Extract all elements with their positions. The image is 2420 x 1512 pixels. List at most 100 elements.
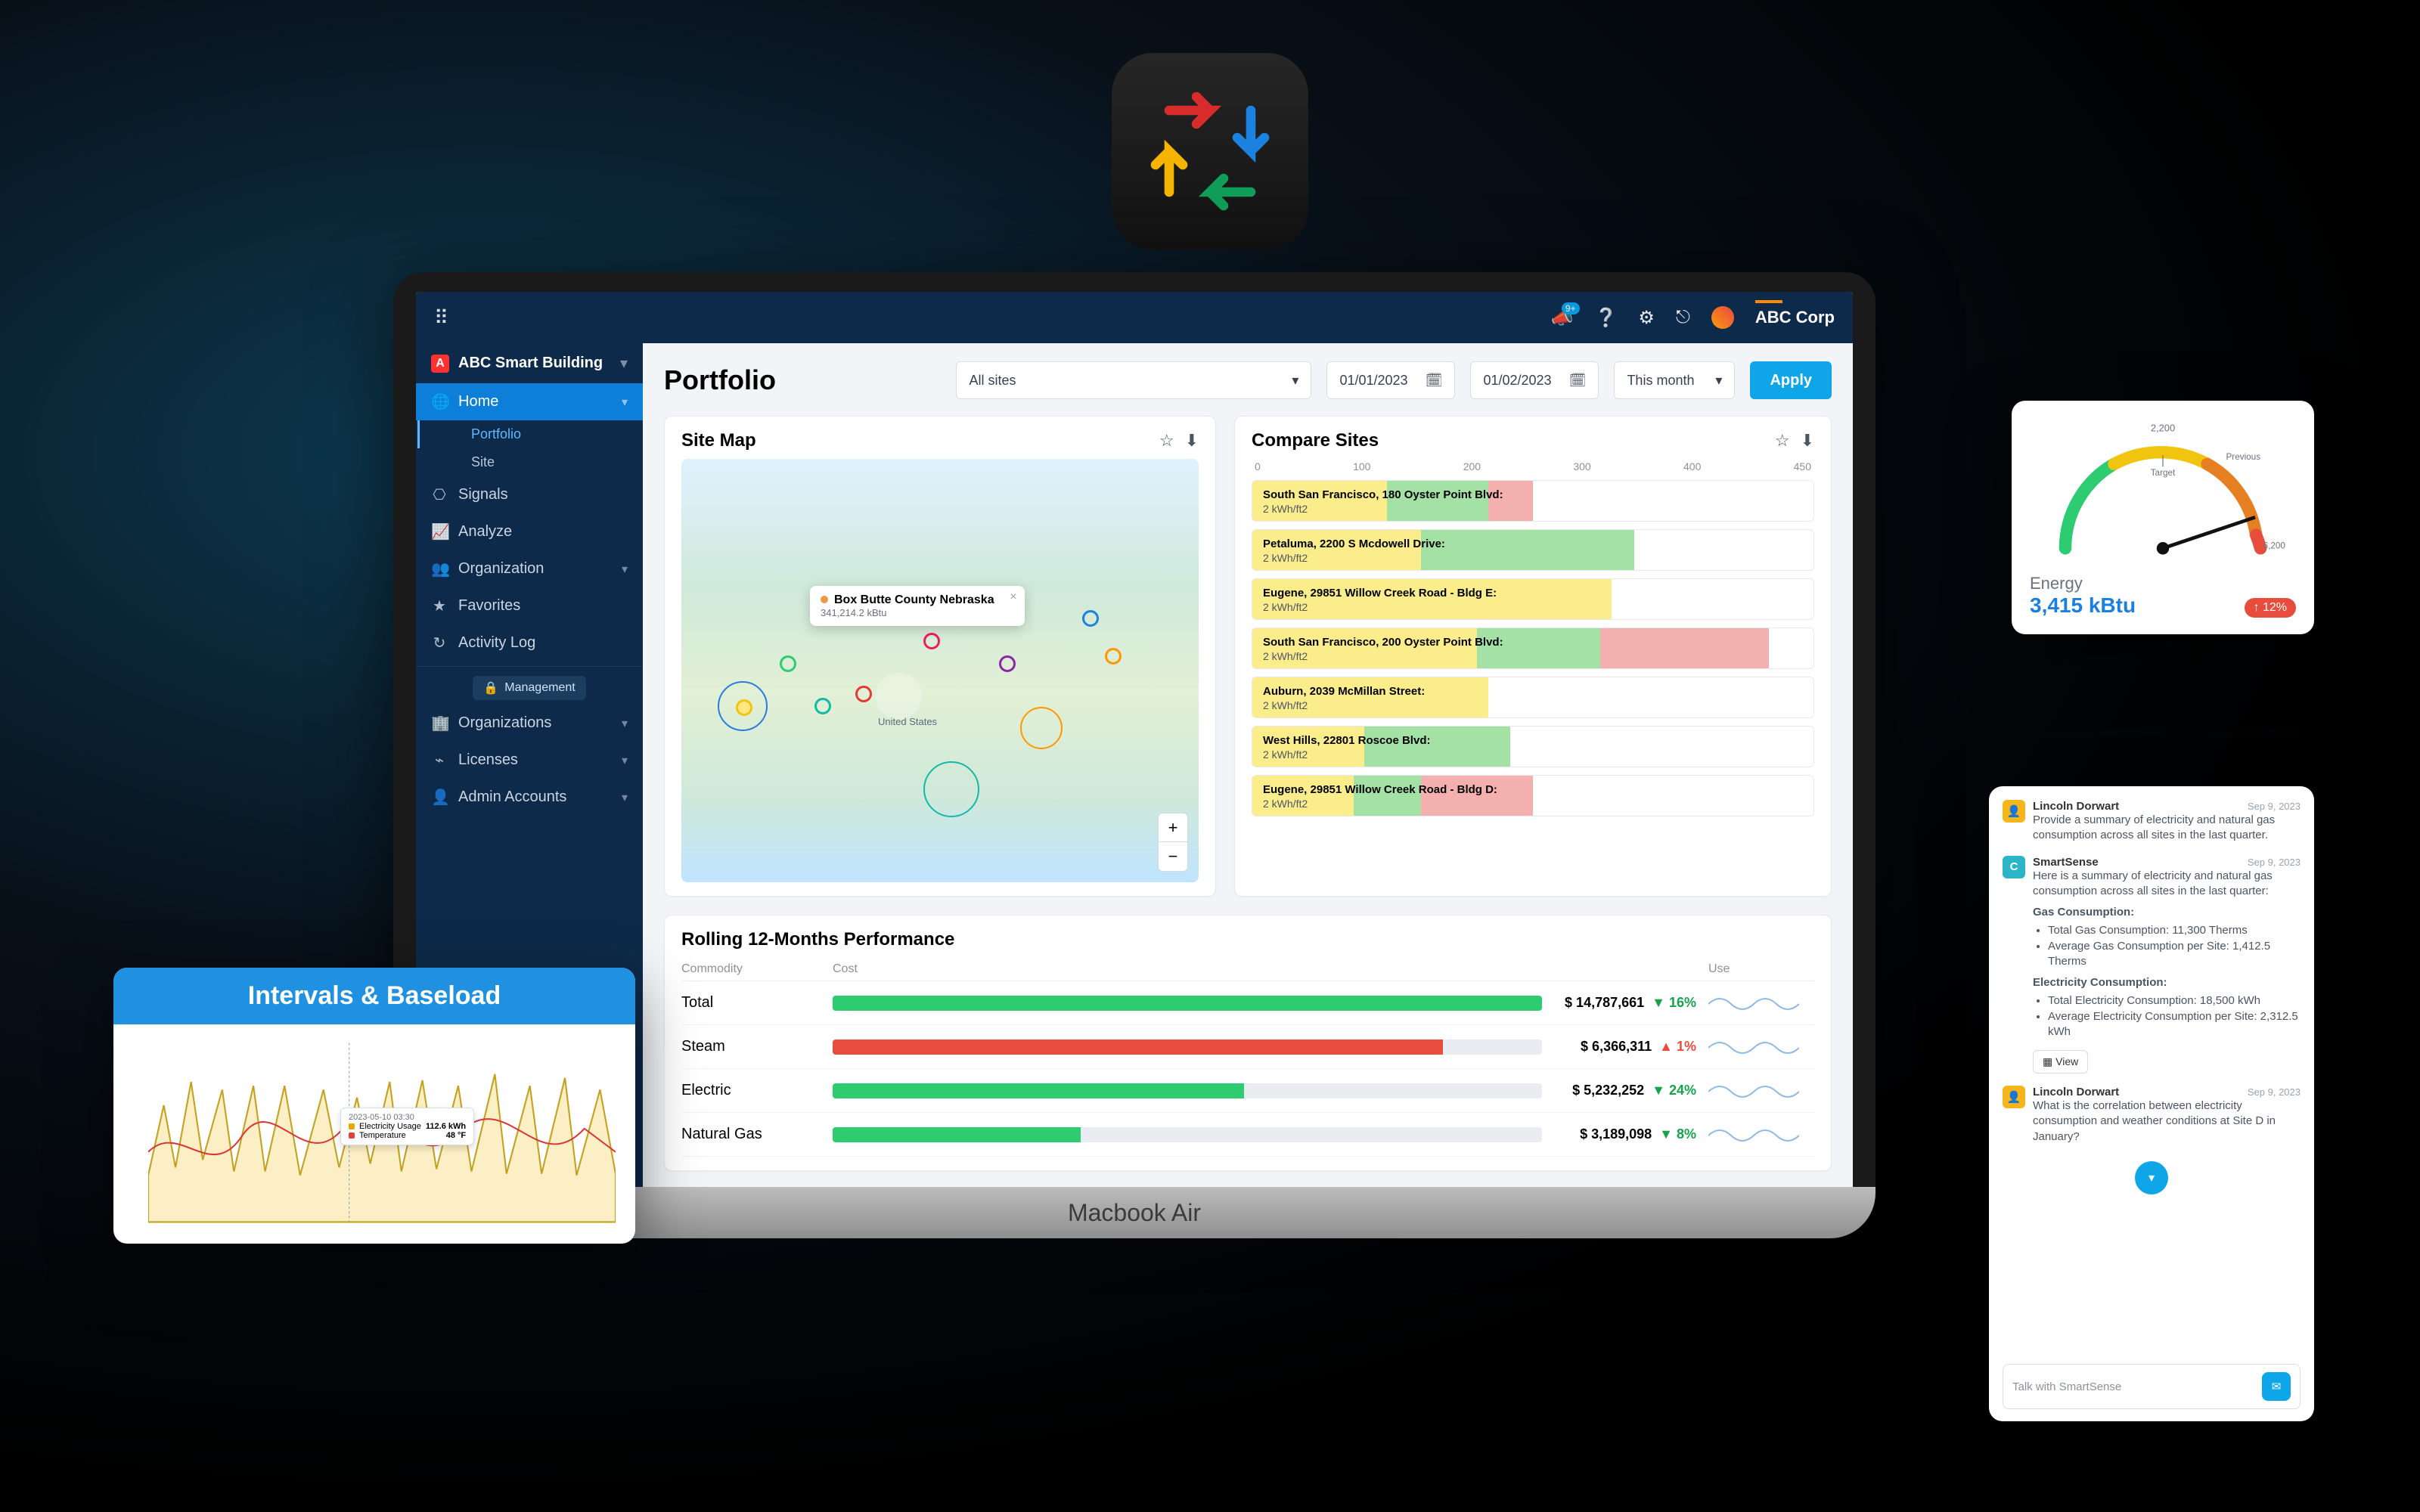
brand-name[interactable]: ABC Corp — [1755, 308, 1835, 327]
star-outline-icon[interactable]: ☆ — [1775, 431, 1790, 451]
rolling-row: Natural Gas $ 3,189,098▼ 8% — [681, 1113, 1814, 1157]
chevron-down-icon: ▾ — [1715, 373, 1722, 389]
intervals-title: Intervals & Baseload — [113, 968, 635, 1024]
zoom-in-button[interactable]: + — [1159, 813, 1187, 842]
apps-grid-icon[interactable]: ⠿ — [434, 306, 448, 329]
svg-text:6,200: 6,200 — [2263, 541, 2286, 550]
sidebar-item-home[interactable]: 🌐 Home ▾ — [416, 383, 643, 420]
map-marker[interactable] — [923, 633, 940, 649]
sidebar-item-label: Favorites — [458, 597, 520, 615]
view-button[interactable]: ▦ View — [2033, 1050, 2088, 1074]
sidebar-item-organizations[interactable]: 🏢 Organizations ▾ — [416, 705, 643, 742]
card-gauge: 2,200 Previous Target 6,200 Energy 3,415… — [2012, 401, 2314, 634]
rolling-row: Electric $ 5,232,252▼ 24% — [681, 1069, 1814, 1113]
sidebar-item-label: Organizations — [458, 714, 551, 732]
sidebar-item-label: Organization — [458, 560, 544, 578]
tenant-icon: A — [431, 355, 449, 373]
compare-row[interactable]: Eugene, 29851 Willow Creek Road - Bldg D… — [1252, 775, 1814, 816]
map[interactable]: United States × Box Butte County Nebrask… — [681, 459, 1199, 882]
settings-icon[interactable]: ⚙ — [1638, 307, 1655, 329]
scroll-down-button[interactable]: ▾ — [2135, 1161, 2168, 1194]
compare-row[interactable]: Eugene, 29851 Willow Creek Road - Bldg E… — [1252, 578, 1814, 620]
sidebar-item-label: Analyze — [458, 523, 512, 541]
card-rolling: Rolling 12-Months Performance Commodity … — [664, 915, 1832, 1171]
map-marker[interactable] — [814, 698, 831, 714]
signals-icon: ⎔ — [431, 485, 448, 504]
key-icon: ⌁ — [431, 751, 448, 770]
compare-row[interactable]: West Hills, 22801 Roscoe Blvd:2 kWh/ft2 — [1252, 726, 1814, 767]
sidebar-item-admin-accounts[interactable]: 👤 Admin Accounts ▾ — [416, 779, 643, 816]
sidebar-item-licenses[interactable]: ⌁ Licenses ▾ — [416, 742, 643, 779]
sidebar-item-favorites[interactable]: ★ Favorites — [416, 587, 643, 624]
star-icon: ★ — [431, 596, 448, 615]
logout-icon[interactable]: ⎋ — [1676, 307, 1690, 328]
compare-row[interactable]: South San Francisco, 200 Oyster Point Bl… — [1252, 627, 1814, 669]
clock-icon: ↻ — [431, 634, 448, 652]
compare-row[interactable]: Petaluma, 2200 S Mcdowell Drive:2 kWh/ft… — [1252, 529, 1814, 571]
sidebar-item-analyze[interactable]: 📈 Analyze — [416, 513, 643, 550]
send-icon[interactable]: ✉ — [2262, 1372, 2291, 1401]
user-icon: 👤 — [431, 788, 448, 807]
download-icon[interactable]: ⬇︎ — [1185, 431, 1199, 451]
gauge-label: Energy — [2030, 574, 2296, 593]
card-title: Compare Sites — [1252, 430, 1379, 451]
chat-input[interactable]: Talk with SmartSense ✉ — [2003, 1364, 2301, 1409]
main-content: Portfolio All sites ▾ 01/01/2023 🗓 01/02… — [643, 343, 1853, 1187]
chevron-down-icon: ▾ — [622, 395, 628, 410]
chevron-down-icon: ▾ — [622, 753, 628, 768]
sidebar-divider — [416, 666, 643, 667]
rolling-row: Steam $ 6,366,311▲ 1% — [681, 1025, 1814, 1069]
map-country-label: United States — [878, 716, 937, 727]
period-picker[interactable]: This month ▾ — [1614, 361, 1735, 399]
intervals-tooltip: 2023-05-10 03:30 Electricity Usage 112.6… — [340, 1108, 474, 1145]
sidebar-item-label: Licenses — [458, 751, 518, 769]
chevron-down-icon: ▾ — [622, 790, 628, 805]
rolling-row: Total $ 14,787,661▼ 16% — [681, 981, 1814, 1025]
building-icon: 🏢 — [431, 714, 448, 733]
chat-message: C SmartSenseSep 9, 2023Here is a summary… — [2003, 856, 2301, 1074]
tenant-picker[interactable]: A ABC Smart Building ▾ — [416, 343, 643, 383]
chevron-down-icon: ▾ — [620, 354, 628, 373]
card-chat: 👤 Lincoln DorwartSep 9, 2023Provide a su… — [1989, 786, 2314, 1421]
help-icon[interactable]: ❔ — [1595, 307, 1618, 329]
app-header: ⠿ 📣9+ ❔ ⚙ ⎋ ABC Corp — [416, 292, 1853, 343]
date-from[interactable]: 01/01/2023 🗓 — [1326, 361, 1455, 399]
sidebar-item-signals[interactable]: ⎔ Signals — [416, 476, 643, 513]
sidebar-sub-portfolio[interactable]: Portfolio — [417, 420, 643, 448]
notifications-icon[interactable]: 📣9+ — [1551, 307, 1574, 329]
map-marker[interactable] — [1082, 610, 1099, 627]
card-compare-sites: Compare Sites ☆ ⬇︎ 0100 200300 400450 So… — [1234, 416, 1832, 897]
map-marker[interactable] — [1105, 648, 1122, 665]
sidebar-item-label: Admin Accounts — [458, 789, 566, 806]
calendar-icon: 🗓 — [1569, 373, 1587, 389]
gauge-value: 3,415 kBtu — [2030, 593, 2136, 617]
organization-icon: 👥 — [431, 559, 448, 578]
sidebar-item-organization[interactable]: 👥 Organization ▾ — [416, 550, 643, 587]
avatar[interactable] — [1711, 306, 1734, 329]
sites-filter[interactable]: All sites ▾ — [956, 361, 1311, 399]
sidebar-item-activity[interactable]: ↻ Activity Log — [416, 624, 643, 662]
map-marker[interactable] — [999, 655, 1016, 672]
download-icon[interactable]: ⬇︎ — [1801, 431, 1814, 451]
sidebar-item-label: Home — [458, 393, 498, 411]
lock-icon: 🔒 — [483, 680, 498, 696]
zoom-out-button[interactable]: − — [1159, 842, 1187, 871]
page-title: Portfolio — [664, 364, 776, 396]
map-marker[interactable] — [780, 655, 796, 672]
sidebar-management-tag: 🔒 Management — [473, 676, 585, 700]
chat-placeholder: Talk with SmartSense — [2012, 1380, 2121, 1393]
compare-row[interactable]: South San Francisco, 180 Oyster Point Bl… — [1252, 480, 1814, 522]
map-marker[interactable] — [855, 686, 872, 702]
sidebar-sub-site[interactable]: Site — [417, 448, 643, 476]
close-icon[interactable]: × — [1010, 590, 1016, 604]
star-outline-icon[interactable]: ☆ — [1159, 431, 1174, 451]
tenant-name: ABC Smart Building — [458, 355, 611, 372]
card-site-map: Site Map ☆ ⬇︎ — [664, 416, 1216, 897]
chat-message: 👤 Lincoln DorwartSep 9, 2023Provide a su… — [2003, 800, 2301, 844]
apply-button[interactable]: Apply — [1750, 361, 1832, 399]
compare-row[interactable]: Auburn, 2039 McMillan Street:2 kWh/ft2 — [1252, 677, 1814, 718]
date-to[interactable]: 01/02/2023 🗓 — [1470, 361, 1599, 399]
map-marker[interactable] — [736, 699, 752, 716]
compare-axis: 0100 200300 400450 — [1252, 459, 1814, 480]
column-header: Use — [1708, 962, 1814, 976]
